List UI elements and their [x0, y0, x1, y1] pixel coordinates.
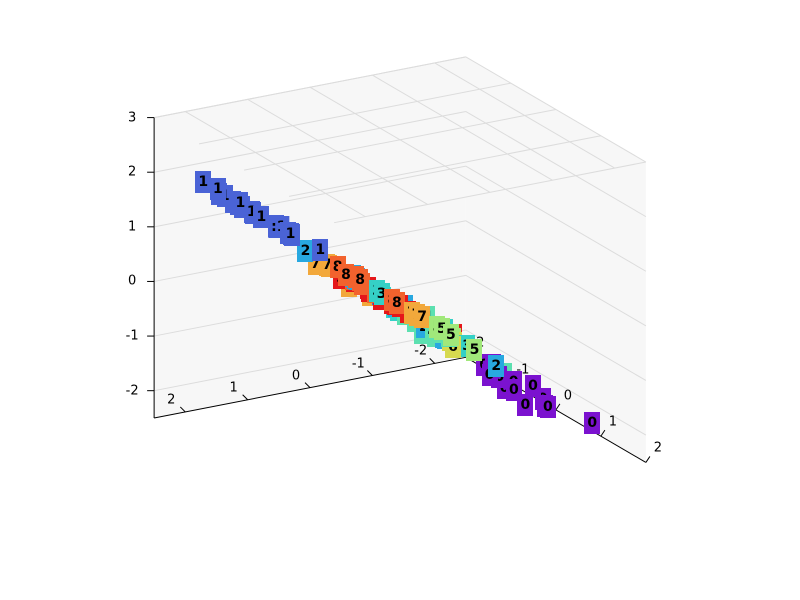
- point-label-2: 2: [488, 355, 504, 377]
- x-tick-label: 0: [564, 388, 572, 403]
- z-tick-label: 0: [128, 274, 136, 289]
- point-label-1: 1: [283, 223, 299, 245]
- x-tick-label: 2: [654, 441, 662, 456]
- point-label-8: 8: [352, 269, 368, 291]
- z-tick-label: -1: [126, 329, 139, 344]
- z-tick-label: 3: [128, 110, 136, 125]
- point-label-0: 0: [584, 412, 600, 434]
- z-tick-label: -2: [126, 383, 139, 398]
- point-label-0: 0: [540, 396, 556, 418]
- point-label-0: 0: [506, 379, 522, 401]
- point-label-1: 1: [232, 192, 248, 214]
- y-tick-label: 2: [167, 392, 175, 407]
- point-label-1: 1: [312, 239, 328, 261]
- point-label-5: 5: [466, 339, 482, 361]
- z-tick-label: 2: [128, 165, 136, 180]
- scatter3d-chart: -2-1012-2-1012-2-10123007743774109474739…: [0, 0, 800, 600]
- y-tick-label: 0: [292, 368, 300, 383]
- y-tick-label: 1: [230, 380, 238, 395]
- y-tick-label: -1: [352, 356, 365, 371]
- z-tick-label: 1: [128, 219, 136, 234]
- y-tick-label: -2: [414, 344, 427, 359]
- point-label-1: 1: [210, 178, 226, 200]
- point-label-5: 5: [443, 324, 459, 346]
- point-label-1: 1: [253, 206, 269, 228]
- x-tick-label: 1: [609, 415, 617, 430]
- point-label-7: 7: [414, 306, 430, 328]
- point-label-8: 8: [338, 264, 354, 286]
- point-label-8: 8: [389, 292, 405, 314]
